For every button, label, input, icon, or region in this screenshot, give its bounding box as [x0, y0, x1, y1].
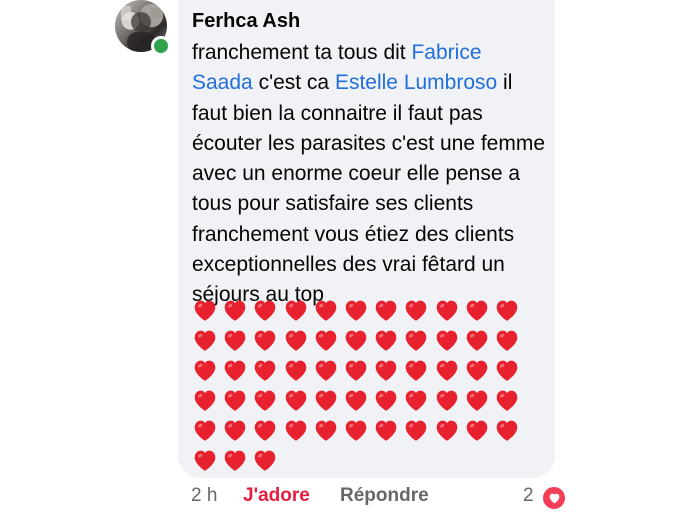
heart-emoji [250, 355, 280, 384]
comment-author[interactable]: Ferhca Ash [192, 10, 300, 33]
heart-emoji [311, 415, 341, 444]
heart-emoji [371, 325, 401, 354]
heart-emoji [311, 295, 341, 324]
heart-emoji [401, 355, 431, 384]
heart-emoji [371, 295, 401, 324]
heart-emoji [462, 295, 492, 324]
heart-emoji [190, 385, 220, 414]
heart-emoji [401, 295, 431, 324]
comment-timestamp[interactable]: 2 h [191, 485, 217, 507]
heart-emoji [432, 415, 462, 444]
heart-emoji [401, 415, 431, 444]
heart-emoji [250, 415, 280, 444]
heart-emoji-row [190, 295, 540, 474]
heart-emoji [341, 355, 371, 384]
author-avatar-wrap[interactable] [115, 0, 171, 56]
heart-emoji [220, 355, 250, 384]
jadore-reaction-button[interactable]: J'adore [243, 485, 310, 507]
heart-emoji [432, 295, 462, 324]
heart-emoji [462, 385, 492, 414]
heart-emoji [250, 385, 280, 414]
mention-estelle-lumbroso[interactable]: Estelle Lumbroso [335, 71, 497, 94]
heart-emoji [432, 385, 462, 414]
heart-emoji [190, 355, 220, 384]
heart-emoji [432, 325, 462, 354]
heart-emoji [492, 415, 522, 444]
comment-text: franchement ta tous dit Fabrice Saada c'… [192, 38, 547, 311]
heart-emoji [432, 355, 462, 384]
comment-actions: 2 h J'adore Répondre 2 [0, 485, 680, 511]
heart-emoji [281, 415, 311, 444]
heart-emoji [401, 385, 431, 414]
heart-emoji [220, 385, 250, 414]
heart-emoji [341, 385, 371, 414]
heart-emoji [462, 325, 492, 354]
reaction-count[interactable]: 2 [523, 485, 534, 507]
heart-emoji [371, 385, 401, 414]
heart-emoji [190, 415, 220, 444]
comment-text-part: franchement ta tous dit [192, 41, 412, 64]
heart-emoji [220, 445, 250, 474]
heart-emoji [462, 355, 492, 384]
heart-emoji [250, 295, 280, 324]
heart-emoji [492, 295, 522, 324]
heart-emoji [341, 415, 371, 444]
heart-emoji [281, 325, 311, 354]
comment-text-part: il faut bien la connaitre il faut pas éc… [192, 71, 546, 307]
heart-emoji [281, 385, 311, 414]
heart-reaction-icon[interactable] [542, 486, 566, 510]
heart-emoji [371, 355, 401, 384]
heart-emoji [492, 325, 522, 354]
heart-emoji [462, 415, 492, 444]
heart-emoji [220, 325, 250, 354]
reply-button[interactable]: Répondre [340, 485, 429, 507]
heart-emoji [371, 415, 401, 444]
heart-emoji [341, 325, 371, 354]
heart-emoji [492, 385, 522, 414]
heart-emoji [190, 295, 220, 324]
heart-emoji [341, 295, 371, 324]
heart-emoji [281, 355, 311, 384]
heart-emoji [401, 325, 431, 354]
online-status-dot [151, 36, 171, 56]
heart-emoji [250, 445, 280, 474]
heart-emoji [311, 355, 341, 384]
heart-emoji [190, 445, 220, 474]
heart-emoji [311, 385, 341, 414]
heart-emoji [311, 325, 341, 354]
comment-text-part: c'est ca [252, 71, 335, 95]
heart-emoji [250, 325, 280, 354]
heart-emoji [492, 355, 522, 384]
heart-emoji [220, 415, 250, 444]
heart-emoji [190, 325, 220, 354]
heart-emoji [220, 295, 250, 324]
comment-bubble: Ferhca Ash franchement ta tous dit Fabri… [178, 0, 555, 478]
heart-emoji [281, 295, 311, 324]
